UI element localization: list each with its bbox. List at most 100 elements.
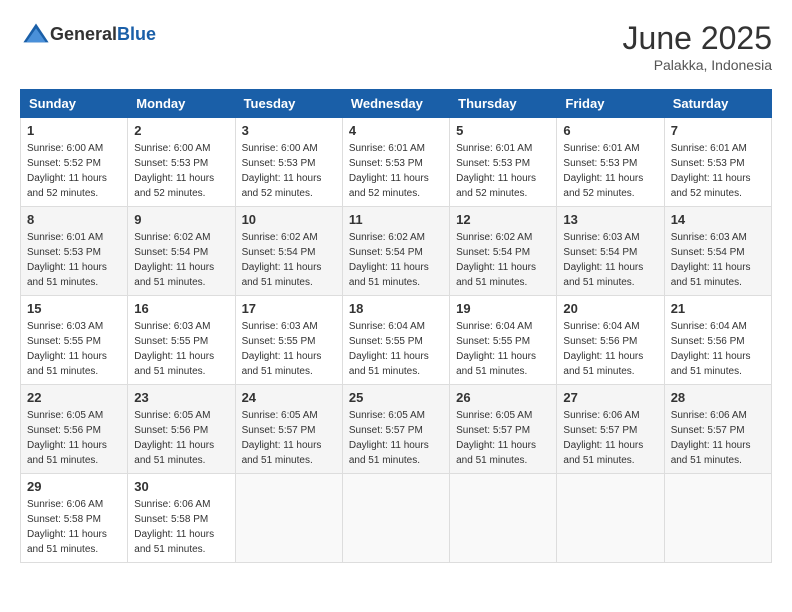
day-number: 3 — [242, 123, 336, 138]
sunset-text: Sunset: 5:53 PM — [349, 158, 423, 169]
header-thursday: Thursday — [450, 90, 557, 118]
sunset-text: Sunset: 5:57 PM — [456, 425, 530, 436]
sunset-text: Sunset: 5:53 PM — [456, 158, 530, 169]
sunset-text: Sunset: 5:54 PM — [134, 247, 208, 258]
day-number: 21 — [671, 301, 765, 316]
day-info: Sunrise: 6:01 AM Sunset: 5:53 PM Dayligh… — [349, 141, 443, 201]
day-number: 9 — [134, 212, 228, 227]
header-sunday: Sunday — [21, 90, 128, 118]
sunrise-text: Sunrise: 6:05 AM — [27, 410, 103, 421]
sunrise-text: Sunrise: 6:06 AM — [27, 499, 103, 510]
table-row: 12 Sunrise: 6:02 AM Sunset: 5:54 PM Dayl… — [450, 207, 557, 296]
daylight-text: Daylight: 11 hours and 51 minutes. — [563, 440, 643, 466]
day-info: Sunrise: 6:00 AM Sunset: 5:53 PM Dayligh… — [242, 141, 336, 201]
day-number: 2 — [134, 123, 228, 138]
sunset-text: Sunset: 5:58 PM — [27, 514, 101, 525]
sunrise-text: Sunrise: 6:04 AM — [349, 321, 425, 332]
table-row: 29 Sunrise: 6:06 AM Sunset: 5:58 PM Dayl… — [21, 474, 128, 563]
table-row: 8 Sunrise: 6:01 AM Sunset: 5:53 PM Dayli… — [21, 207, 128, 296]
daylight-text: Daylight: 11 hours and 51 minutes. — [563, 262, 643, 288]
table-row — [342, 474, 449, 563]
table-row — [557, 474, 664, 563]
location-subtitle: Palakka, Indonesia — [623, 57, 772, 73]
day-number: 10 — [242, 212, 336, 227]
daylight-text: Daylight: 11 hours and 51 minutes. — [671, 262, 751, 288]
daylight-text: Daylight: 11 hours and 51 minutes. — [27, 440, 107, 466]
daylight-text: Daylight: 11 hours and 51 minutes. — [134, 529, 214, 555]
sunset-text: Sunset: 5:54 PM — [456, 247, 530, 258]
daylight-text: Daylight: 11 hours and 52 minutes. — [349, 173, 429, 199]
day-info: Sunrise: 6:01 AM Sunset: 5:53 PM Dayligh… — [456, 141, 550, 201]
day-info: Sunrise: 6:06 AM Sunset: 5:57 PM Dayligh… — [563, 408, 657, 468]
sunrise-text: Sunrise: 6:02 AM — [242, 232, 318, 243]
header-wednesday: Wednesday — [342, 90, 449, 118]
table-row: 28 Sunrise: 6:06 AM Sunset: 5:57 PM Dayl… — [664, 385, 771, 474]
header-friday: Friday — [557, 90, 664, 118]
daylight-text: Daylight: 11 hours and 51 minutes. — [242, 351, 322, 377]
table-row: 4 Sunrise: 6:01 AM Sunset: 5:53 PM Dayli… — [342, 118, 449, 207]
day-number: 23 — [134, 390, 228, 405]
daylight-text: Daylight: 11 hours and 51 minutes. — [27, 529, 107, 555]
header-monday: Monday — [128, 90, 235, 118]
day-info: Sunrise: 6:03 AM Sunset: 5:55 PM Dayligh… — [27, 319, 121, 379]
day-number: 11 — [349, 212, 443, 227]
day-number: 14 — [671, 212, 765, 227]
sunrise-text: Sunrise: 6:04 AM — [671, 321, 747, 332]
day-number: 19 — [456, 301, 550, 316]
table-row: 3 Sunrise: 6:00 AM Sunset: 5:53 PM Dayli… — [235, 118, 342, 207]
day-info: Sunrise: 6:06 AM Sunset: 5:58 PM Dayligh… — [134, 497, 228, 557]
table-row: 7 Sunrise: 6:01 AM Sunset: 5:53 PM Dayli… — [664, 118, 771, 207]
sunrise-text: Sunrise: 6:05 AM — [242, 410, 318, 421]
sunrise-text: Sunrise: 6:00 AM — [134, 143, 210, 154]
day-number: 29 — [27, 479, 121, 494]
sunset-text: Sunset: 5:57 PM — [349, 425, 423, 436]
sunset-text: Sunset: 5:53 PM — [134, 158, 208, 169]
sunset-text: Sunset: 5:57 PM — [671, 425, 745, 436]
daylight-text: Daylight: 11 hours and 51 minutes. — [671, 440, 751, 466]
calendar-week-1: 1 Sunrise: 6:00 AM Sunset: 5:52 PM Dayli… — [21, 118, 772, 207]
sunrise-text: Sunrise: 6:05 AM — [134, 410, 210, 421]
day-number: 15 — [27, 301, 121, 316]
day-info: Sunrise: 6:01 AM Sunset: 5:53 PM Dayligh… — [563, 141, 657, 201]
day-info: Sunrise: 6:04 AM Sunset: 5:56 PM Dayligh… — [563, 319, 657, 379]
sunrise-text: Sunrise: 6:04 AM — [456, 321, 532, 332]
day-info: Sunrise: 6:06 AM Sunset: 5:57 PM Dayligh… — [671, 408, 765, 468]
sunrise-text: Sunrise: 6:06 AM — [134, 499, 210, 510]
logo-blue: Blue — [117, 24, 156, 44]
table-row: 19 Sunrise: 6:04 AM Sunset: 5:55 PM Dayl… — [450, 296, 557, 385]
calendar-week-5: 29 Sunrise: 6:06 AM Sunset: 5:58 PM Dayl… — [21, 474, 772, 563]
sunset-text: Sunset: 5:57 PM — [563, 425, 637, 436]
sunset-text: Sunset: 5:54 PM — [563, 247, 637, 258]
generalblue-logo-icon — [22, 20, 50, 48]
table-row: 14 Sunrise: 6:03 AM Sunset: 5:54 PM Dayl… — [664, 207, 771, 296]
day-number: 22 — [27, 390, 121, 405]
table-row — [450, 474, 557, 563]
table-row: 5 Sunrise: 6:01 AM Sunset: 5:53 PM Dayli… — [450, 118, 557, 207]
table-row: 23 Sunrise: 6:05 AM Sunset: 5:56 PM Dayl… — [128, 385, 235, 474]
sunset-text: Sunset: 5:57 PM — [242, 425, 316, 436]
day-info: Sunrise: 6:02 AM Sunset: 5:54 PM Dayligh… — [134, 230, 228, 290]
daylight-text: Daylight: 11 hours and 51 minutes. — [242, 262, 322, 288]
day-number: 6 — [563, 123, 657, 138]
sunrise-text: Sunrise: 6:03 AM — [27, 321, 103, 332]
table-row: 25 Sunrise: 6:05 AM Sunset: 5:57 PM Dayl… — [342, 385, 449, 474]
sunset-text: Sunset: 5:58 PM — [134, 514, 208, 525]
daylight-text: Daylight: 11 hours and 52 minutes. — [242, 173, 322, 199]
calendar-week-3: 15 Sunrise: 6:03 AM Sunset: 5:55 PM Dayl… — [21, 296, 772, 385]
day-number: 7 — [671, 123, 765, 138]
table-row: 11 Sunrise: 6:02 AM Sunset: 5:54 PM Dayl… — [342, 207, 449, 296]
day-number: 16 — [134, 301, 228, 316]
day-number: 18 — [349, 301, 443, 316]
day-info: Sunrise: 6:05 AM Sunset: 5:57 PM Dayligh… — [456, 408, 550, 468]
title-block: June 2025 Palakka, Indonesia — [623, 20, 772, 73]
sunrise-text: Sunrise: 6:01 AM — [456, 143, 532, 154]
sunset-text: Sunset: 5:54 PM — [349, 247, 423, 258]
day-number: 26 — [456, 390, 550, 405]
sunset-text: Sunset: 5:56 PM — [671, 336, 745, 347]
sunrise-text: Sunrise: 6:05 AM — [456, 410, 532, 421]
logo-text: GeneralBlue — [50, 24, 156, 45]
table-row: 27 Sunrise: 6:06 AM Sunset: 5:57 PM Dayl… — [557, 385, 664, 474]
sunset-text: Sunset: 5:54 PM — [671, 247, 745, 258]
day-number: 8 — [27, 212, 121, 227]
day-info: Sunrise: 6:05 AM Sunset: 5:56 PM Dayligh… — [27, 408, 121, 468]
